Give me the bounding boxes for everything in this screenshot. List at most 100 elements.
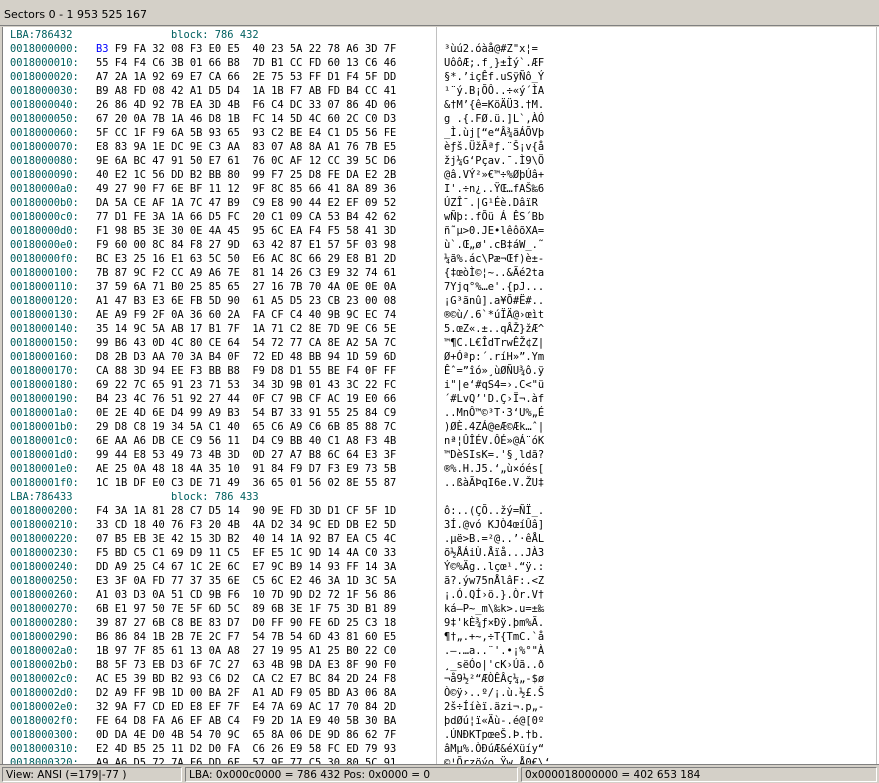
row-hex-bytes[interactable]: 07 B5 EB 3E 42 15 3D B2 40 14 1A 92 B7 E… [96,532,396,546]
hex-row[interactable]: 0018000010: 55 F4 F4 C6 3B 01 66 B8 7D B1… [10,56,544,70]
hex-row[interactable]: 00180000f0: BC E3 25 16 E1 63 5C 50 E6 AC… [10,252,544,266]
row-hex-bytes[interactable]: 6B E1 97 50 7E 5F 6D 5C 89 6B 3E 1F 75 3… [96,602,396,616]
hex-row[interactable]: 0018000140: 35 14 9C 5A AB 17 B1 7F 1A 71… [10,322,544,336]
row-ascii[interactable]: 2š÷Ííèï.äzi¬.p„- [444,700,544,714]
row-ascii[interactable]: ù`.Œ„ø'.cB‡áW_.˜ [444,238,544,252]
hex-row[interactable]: 0018000110: 37 59 6A 71 B0 25 85 65 27 16… [10,280,544,294]
hex-row[interactable]: 00180001a0: 0E 2E 4D 6E D4 99 A9 B3 54 B7… [10,406,544,420]
hex-row[interactable]: 00180001d0: 99 44 E8 53 49 73 4B 3D 0D 27… [10,448,544,462]
row-hex-bytes[interactable]: 99 44 E8 53 49 73 4B 3D 0D 27 A7 B8 6C 6… [96,448,396,462]
row-hex-bytes[interactable]: 5F CC 1F F9 6A 5B 93 65 93 C2 BE E4 C1 D… [96,126,396,140]
hex-row[interactable]: 0018000180: 69 22 7C 65 91 23 71 53 34 3D… [10,378,544,392]
row-hex-bytes[interactable]: F4 3A 1A 81 28 C7 D5 14 90 9E FD 3D D1 C… [96,504,396,518]
row-ascii[interactable]: 5.œZ«.±..qÂŽ}žÆ^ [444,322,544,336]
hex-row[interactable]: 0018000310: E2 4D B5 25 11 D2 D0 FA C6 26… [10,742,544,756]
hex-row[interactable]: 0018000270: 6B E1 97 50 7E 5F 6D 5C 89 6B… [10,602,544,616]
row-ascii[interactable]: ©¦Õrzöýo.Ÿw Å0€\‘ [444,756,550,764]
row-ascii[interactable]: ®©ù/.6`*úÏÄ@›œìt [444,308,544,322]
hex-row[interactable]: 00180002e0: 32 9A F7 CD ED E8 EF 7F E4 7A… [10,700,544,714]
row-hex-bytes[interactable]: FE 64 D8 FA A6 EF AB C4 F9 2D 1A E9 40 5… [96,714,396,728]
row-ascii[interactable]: èƒš.ÜžÃªƒ.¨Š¡v{å [444,140,544,154]
hex-row[interactable]: 0018000210: 33 CD 18 40 76 F3 20 4B 4A D2… [10,518,544,532]
row-ascii[interactable]: Êˆ=”îó»¸ùØÑU¾ô.ÿ [444,364,544,378]
hex-row[interactable]: 00180001f0: 1C 1B DF E0 C3 DE 71 49 36 65… [10,476,544,490]
row-hex-bytes[interactable]: A9 A6 D5 72 7A F6 DD 6F 57 9F 77 C5 30 8… [96,756,396,764]
row-ascii[interactable]: ká—P~_m\‰k>.u=±‰ [444,602,544,616]
hex-row[interactable]: 00180002f0: FE 64 D8 FA A6 EF AB C4 F9 2D… [10,714,544,728]
cursor-byte[interactable]: B3 [96,43,109,55]
hex-row[interactable]: 00180000a0: 49 27 90 F7 6E BF 11 12 9F 8C… [10,182,544,196]
row-ascii[interactable]: þdØú¦ï«Äù-.é@[0º [444,714,544,728]
row-ascii[interactable]: )ØÈ.4ZÁ@eÆ©Æk…ˆ| [444,420,544,434]
hex-row[interactable]: 00180000d0: F1 98 B5 3E 30 0E 4A 45 95 6C… [10,224,544,238]
hex-row[interactable]: 0018000090: 40 E2 1C 56 DD B2 BB 80 99 F7… [10,168,544,182]
row-ascii[interactable]: ´#LvQ’'D.Ç›Ï¬.àf [444,392,544,406]
row-hex-bytes[interactable]: F9 60 00 8C 84 F8 27 9D 63 42 87 E1 57 5… [96,238,396,252]
row-hex-bytes[interactable]: D8 2B D3 AA 70 3A B4 0F 72 ED 48 BB 94 1… [96,350,396,364]
row-hex-bytes[interactable]: 67 20 0A 7B 1A 46 D8 1B FC 14 5D 4C 60 2… [96,112,396,126]
hex-row[interactable]: 0018000050: 67 20 0A 7B 1A 46 D8 1B FC 14… [10,112,544,126]
hex-row[interactable]: 0018000200: F4 3A 1A 81 28 C7 D5 14 90 9E… [10,504,544,518]
row-ascii[interactable]: .—.…a..¨'.•¡%°"À [444,644,544,658]
row-hex-bytes[interactable]: A1 47 B3 E3 6E FB 5D 90 61 A5 D5 23 CB 2… [96,294,396,308]
row-ascii[interactable]: žj¼G‘Pçav.¯.Ì9\Ö [444,154,544,168]
hex-row[interactable]: 0018000260: A1 03 D3 0A 51 CD 9B F6 10 7D… [10,588,544,602]
row-ascii[interactable]: wÑþ:.fÕü Á ÊS´Bb [444,210,544,224]
row-hex-bytes[interactable]: 49 27 90 F7 6E BF 11 12 9F 8C 85 66 41 8… [96,182,396,196]
row-hex-bytes[interactable]: 39 87 27 6B C8 BE 83 D7 D0 FF 90 FE 6D 2… [96,616,396,630]
hex-row[interactable]: 0018000060: 5F CC 1F F9 6A 5B 93 65 93 C2… [10,126,544,140]
row-hex-bytes[interactable]: 0D DA 4E D0 4B 54 70 9C 65 8A 06 DE 9D 8… [96,728,396,742]
row-hex-bytes[interactable]: 40 E2 1C 56 DD B2 BB 80 99 F7 25 D8 FE D… [96,168,396,182]
hex-row[interactable]: 0018000170: CA 88 3D 94 EE F3 BB B8 F9 D8… [10,364,544,378]
row-hex-bytes[interactable]: 55 F4 F4 C6 3B 01 66 B8 7D B1 CC FD 60 1… [96,56,396,70]
row-hex-bytes[interactable]: 77 D1 FE 3A 1A 66 D5 FC 20 C1 09 CA 53 B… [96,210,396,224]
row-hex-bytes[interactable]: 37 59 6A 71 B0 25 85 65 27 16 7B 70 4A 0… [96,280,396,294]
row-hex-bytes[interactable]: F9 FA 32 08 F3 E0 E5 40 23 5A 22 78 A6 3… [109,42,397,56]
row-hex-bytes[interactable]: DD A9 25 C4 67 1C 2E 6C E7 9C B9 14 93 F… [96,560,396,574]
row-ascii[interactable]: Ý©%Äg..lçœ¹.“ÿ.: [444,560,544,574]
row-hex-bytes[interactable]: AE A9 F9 2F 0A 36 60 2A FA CF C4 40 9B 9… [96,308,396,322]
row-hex-bytes[interactable]: 1B 97 7F 85 61 13 0A A8 27 19 95 A1 25 B… [96,644,396,658]
row-hex-bytes[interactable]: CA 88 3D 94 EE F3 BB B8 F9 D8 D1 55 BE F… [96,364,396,378]
hex-row[interactable]: 0018000020: A7 2A 1A 92 69 E7 CA 66 2E 75… [10,70,544,84]
hex-row[interactable]: 0018000100: 7B 87 9C F2 CC A9 A6 7E 81 14… [10,266,544,280]
hex-row[interactable]: 0018000030: B9 A8 FD 08 42 A1 D5 D4 1A 1B… [10,84,544,98]
hex-row[interactable]: 0018000250: E3 3F 0A FD 77 37 35 6E C5 6C… [10,574,544,588]
row-ascii[interactable]: Ø+Óªp:´.ríH»”.Ym [444,350,544,364]
hex-row[interactable]: 00180001b0: 29 D8 C8 19 34 5A C1 40 65 C6… [10,420,544,434]
row-hex-bytes[interactable]: E8 83 9A 1E DC 9E C3 AA 83 07 A8 8A A1 7… [96,140,396,154]
row-ascii[interactable]: I'.÷n¿..ŸŒ…fAŠ‰6 [444,182,544,196]
hex-row[interactable]: 00180000c0: 77 D1 FE 3A 1A 66 D5 FC 20 C1… [10,210,544,224]
hex-row[interactable]: 00180001c0: 6E AA A6 DB CE C9 56 11 D4 C9… [10,434,544,448]
row-ascii[interactable]: UôôÆ;.f¸}±Ìý`.ÆF [444,56,544,70]
hex-editor-view[interactable]: LBA:786432 block: 786 432 0018000000: B3 F9… [2,27,879,764]
row-ascii[interactable]: ³ùú2.óàå@#Z"x¦= [444,42,538,56]
row-ascii[interactable]: {‡œòÌ©¦~..&Ãé2ta [444,266,544,280]
row-hex-bytes[interactable]: 69 22 7C 65 91 23 71 53 34 3D 9B 01 43 3… [96,378,396,392]
row-hex-bytes[interactable]: D2 A9 FF 9B 1D 00 BA 2F A1 AD F9 05 BD A… [96,686,396,700]
row-ascii[interactable]: ..MnÔ™©³T·3‘U%„É [444,406,544,420]
hex-row[interactable]: 0018000000: B3 F9 FA 32 08 F3 E0 E5 40 23… [10,42,538,56]
hex-row[interactable]: 0018000040: 26 86 4D 92 7B EA 3D 4B F6 C4… [10,98,544,112]
row-hex-bytes[interactable]: 32 9A F7 CD ED E8 EF 7F E4 7A 69 AC 17 7… [96,700,396,714]
hex-row[interactable]: 0018000120: A1 47 B3 E3 6E FB 5D 90 61 A5… [10,294,544,308]
row-ascii[interactable]: @â.VÝ²»€™÷%ØþÚâ+ [444,168,544,182]
row-ascii[interactable]: âMµ%.ÒÐúÆ&éXüíy“ [444,742,544,756]
row-ascii[interactable]: i"|e‘#qS4=›.C<"ü [444,378,544,392]
hex-row[interactable]: 0018000150: 99 B6 43 0D 4C 80 CE 64 54 72… [10,336,544,350]
hex-row[interactable]: 0018000280: 39 87 27 6B C8 BE 83 D7 D0 FF… [10,616,544,630]
row-ascii[interactable]: 3Í.@vó KJÒ4œíÛâ] [444,518,544,532]
row-hex-bytes[interactable]: E2 4D B5 25 11 D2 D0 FA C6 26 E9 58 FC E… [96,742,396,756]
row-ascii[interactable]: ¹¨ý.B¡ÕÔ..÷«ý´ÌA [444,84,544,98]
row-ascii[interactable]: Ò©ÿ›..º/¡.ù.½£.Š [444,686,544,700]
row-ascii[interactable]: ..ßàÃÞqI6e.V.ŽU‡ [444,476,544,490]
hex-row[interactable]: 0018000320: A9 A6 D5 72 7A F6 DD 6F 57 9F… [10,756,550,764]
row-hex-bytes[interactable]: 33 CD 18 40 76 F3 20 4B 4A D2 34 9C ED D… [96,518,396,532]
row-hex-bytes[interactable]: B9 A8 FD 08 42 A1 D5 D4 1A 1B F7 AB FD B… [96,84,396,98]
row-hex-bytes[interactable]: 9E 6A BC 47 91 50 E7 61 76 0C AF 12 CC 3… [96,154,396,168]
row-ascii[interactable]: 9‡'kÈ¾ƒ×Ðÿ.þm%Ã. [444,616,544,630]
row-hex-bytes[interactable]: DA 5A CE AF 1A 7C 47 B9 C9 E8 90 44 E2 E… [96,196,396,210]
row-hex-bytes[interactable]: 0E 2E 4D 6E D4 99 A9 B3 54 B7 33 91 55 2… [96,406,396,420]
row-hex-bytes[interactable]: A1 03 D3 0A 51 CD 9B F6 10 7D 9D D2 72 1… [96,588,396,602]
hex-row[interactable]: 00180000e0: F9 60 00 8C 84 F8 27 9D 63 42… [10,238,544,252]
